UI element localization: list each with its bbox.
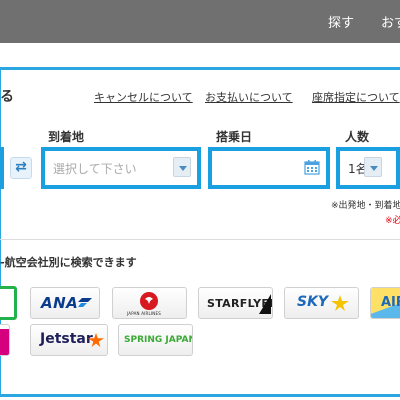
jetstar-logo-text: Jetstar bbox=[40, 331, 93, 347]
airline-logo-ana[interactable]: ANA bbox=[30, 287, 100, 319]
airdo-logo-text: AIR bbox=[381, 295, 400, 310]
peach-shape-icon bbox=[0, 329, 9, 355]
tail-icon bbox=[259, 294, 271, 314]
panel-heading: る bbox=[0, 89, 14, 105]
route-note: ※出発地・到着地 bbox=[331, 201, 400, 211]
chevron-down-icon[interactable] bbox=[173, 157, 191, 177]
top-nav-bar: 探す おす bbox=[0, 0, 400, 43]
divider bbox=[0, 239, 400, 240]
airline-logo-selected[interactable] bbox=[0, 286, 17, 320]
airline-logo-starflyer[interactable]: STARFLYER bbox=[198, 287, 273, 319]
star-icon bbox=[88, 332, 104, 348]
passengers-label: 人数 bbox=[345, 130, 370, 144]
ana-stripe-icon bbox=[78, 298, 92, 307]
crane-icon bbox=[140, 292, 158, 310]
departure-select[interactable] bbox=[0, 147, 4, 189]
skymark-logo-text: SKY bbox=[297, 294, 329, 310]
passengers-select[interactable]: 1名 bbox=[336, 147, 400, 189]
date-label: 搭乗日 bbox=[216, 130, 253, 144]
required-note: ※必 bbox=[385, 216, 400, 226]
arrival-label: 到着地 bbox=[48, 130, 85, 144]
calendar-icon[interactable] bbox=[304, 159, 320, 175]
nav-item-search[interactable]: 探す bbox=[328, 12, 354, 31]
cancel-info-link[interactable]: キャンセルについて bbox=[94, 89, 193, 105]
airline-logo-peach[interactable] bbox=[0, 324, 10, 356]
nav-item-recommend[interactable]: おす bbox=[381, 12, 400, 31]
spring-logo-text: SPRING JAPAN bbox=[124, 335, 193, 345]
airline-logo-skymark[interactable]: SKY bbox=[284, 287, 359, 319]
seat-info-link[interactable]: 座席指定について bbox=[312, 89, 400, 105]
jal-logo-text: JAPAN AIRLINES bbox=[127, 311, 161, 316]
chevron-down-icon[interactable] bbox=[364, 157, 382, 177]
payment-info-link[interactable]: お支払いについて bbox=[205, 89, 293, 105]
swap-icon[interactable]: ⇄ bbox=[10, 157, 32, 179]
ana-logo-text: ANA bbox=[41, 294, 79, 312]
star-icon bbox=[331, 295, 349, 311]
airline-logo-jetstar[interactable]: Jetstar bbox=[30, 324, 108, 356]
airline-section-heading: -航空会社別に検索できます bbox=[0, 256, 137, 269]
arrival-select[interactable]: 選択して下さい bbox=[41, 147, 201, 189]
arrival-placeholder: 選択して下さい bbox=[53, 162, 137, 176]
airline-logo-spring[interactable]: SPRING JAPAN bbox=[118, 324, 193, 356]
date-input[interactable] bbox=[208, 147, 330, 189]
airline-logo-jal[interactable]: JAPAN AIRLINES bbox=[112, 287, 187, 319]
airline-logo-airdo[interactable]: AIR bbox=[370, 287, 400, 319]
